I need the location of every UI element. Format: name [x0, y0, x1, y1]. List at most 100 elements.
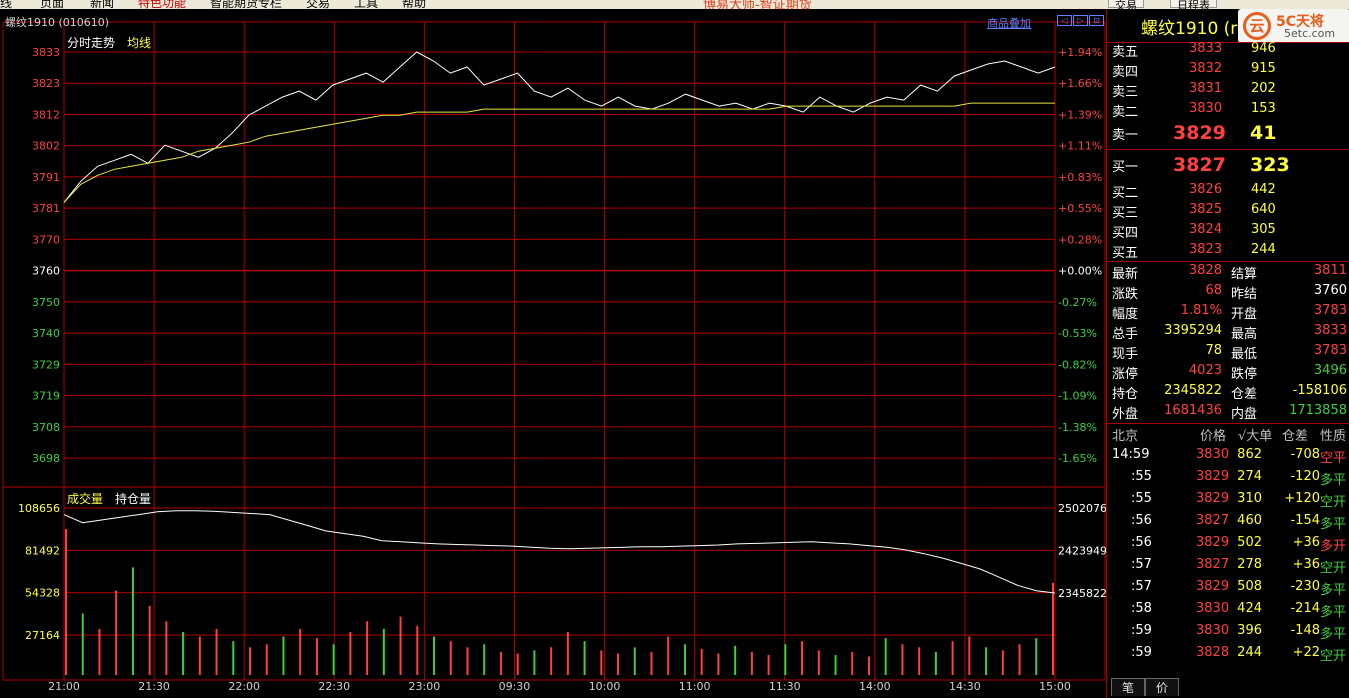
stat-row[interactable]: 幅度 1.81% 开盘 3783 [1107, 301, 1349, 322]
tick-header-nature: 性质 [1320, 429, 1347, 444]
stat-key: 最低 [1231, 347, 1258, 362]
tick-nature: 多开 [1320, 539, 1347, 554]
bid-row[interactable]: 买二 3826 442 [1107, 180, 1349, 201]
ask-row[interactable]: 卖三 3831 202 [1107, 79, 1349, 100]
tick-header-volume: √大单 [1238, 429, 1273, 444]
stat-value: 3783 [1313, 343, 1347, 358]
tick-nature: 空开 [1320, 561, 1347, 576]
tab-prices[interactable]: 价 [1145, 678, 1180, 696]
tick-row[interactable]: :59 3828 244 +22 空开 [1107, 643, 1349, 664]
tick-price: 3827 [1196, 557, 1230, 572]
stat-row[interactable]: 总手 3395294 最高 3833 [1107, 321, 1349, 342]
tick-volume: 502 [1237, 535, 1262, 550]
stat-value: 3811 [1313, 263, 1347, 278]
trade-button[interactable]: 交易 [1108, 0, 1144, 9]
tick-header-time: 北京 [1112, 429, 1139, 444]
pct-tick-label: +1.39% [1058, 108, 1102, 121]
bid-row[interactable]: 买五 3823 244 [1107, 240, 1349, 261]
menu-item-1[interactable]: 页面 [40, 0, 64, 9]
tick-row[interactable]: :58 3830 424 -214 多平 [1107, 599, 1349, 620]
menu-item-6[interactable]: 工具 [354, 0, 378, 9]
bid-price: 3826 [1189, 182, 1223, 197]
price-tick-label: 3802 [32, 140, 60, 153]
ask1-price: 3829 [1173, 122, 1226, 144]
menu-item-7[interactable]: 帮助 [402, 0, 426, 9]
ask-volume: 915 [1251, 61, 1276, 76]
chart-canvas[interactable]: 3833 +1.94% 3823 +1.66% 3812 +1.39% 3802 +1.11%… [0, 9, 1106, 698]
tab-trades[interactable]: 笔 [1111, 678, 1146, 696]
tick-header[interactable]: 北京 价格 √大单 仓差 性质 [1107, 423, 1349, 444]
ask-label: 卖三 [1112, 85, 1139, 100]
ask-row[interactable]: 卖四 3832 915 [1107, 59, 1349, 80]
next-arrow-icon[interactable]: ▷ [1073, 15, 1088, 26]
menu-item-4[interactable]: 智能期货专栏 [210, 0, 282, 9]
tick-row[interactable]: :55 3829 310 +120 空开 [1107, 489, 1349, 510]
bid1-price: 3827 [1173, 154, 1226, 176]
legend-oi: 持仓量 [115, 492, 152, 506]
oi-tick-label: 2423949 [1058, 545, 1106, 558]
stat-row[interactable]: 涨停 4023 跌停 3496 [1107, 361, 1349, 382]
ask-price: 3833 [1189, 41, 1223, 56]
app-brand: 博易大师-智证期货 [703, 0, 812, 9]
tick-header-price: 价格 [1200, 429, 1227, 444]
ask-row[interactable]: 卖五 3833 946 [1107, 39, 1349, 60]
volume-tick-label: 54328 [25, 587, 60, 600]
bid-volume: 305 [1251, 222, 1276, 237]
tick-time: :56 [1131, 535, 1152, 550]
intraday-chart[interactable]: 3833 +1.94% 3823 +1.66% 3812 +1.39% 3802 +1.11%… [0, 9, 1106, 698]
stat-value: 1681436 [1164, 403, 1222, 418]
tick-row[interactable]: :56 3827 460 -154 多平 [1107, 511, 1349, 532]
menu-item-2[interactable]: 新闻 [90, 0, 114, 9]
tick-row[interactable]: :59 3830 396 -148 多平 [1107, 621, 1349, 642]
tick-header-oi: 仓差 [1282, 429, 1309, 444]
tick-volume: 310 [1237, 491, 1262, 506]
chart-nav: ◁ ▷ ⊡ [1057, 15, 1104, 26]
tick-oi: -230 [1290, 579, 1320, 594]
menu-item-5[interactable]: 交易 [306, 0, 330, 9]
menu-item-3[interactable]: 特色功能 [138, 0, 186, 9]
stat-row[interactable]: 持仓 2345822 仓差 -158106 [1107, 381, 1349, 402]
price-tick-label: 3708 [32, 421, 60, 434]
stat-key: 持仓 [1112, 387, 1139, 402]
stat-value: 3833 [1313, 323, 1347, 338]
window-icon[interactable]: ⊡ [1089, 15, 1104, 26]
tick-row[interactable]: :57 3829 508 -230 多平 [1107, 577, 1349, 598]
bid-row[interactable]: 买四 3824 305 [1107, 220, 1349, 241]
legend-avg: 均线 [127, 36, 152, 50]
bid-volume: 442 [1251, 182, 1276, 197]
stat-row[interactable]: 最新 3828 结算 3811 [1107, 261, 1349, 282]
tick-row[interactable]: :57 3827 278 +36 空开 [1107, 555, 1349, 576]
calendar-button[interactable]: 日程表 [1170, 0, 1217, 9]
ask1-row[interactable]: 卖一 3829 41 [1107, 122, 1349, 144]
time-tick-label: 15:00 [1039, 680, 1071, 693]
time-tick-label: 21:00 [48, 680, 80, 693]
tick-row[interactable]: :56 3829 502 +36 多开 [1107, 533, 1349, 554]
tick-volume: 862 [1237, 447, 1262, 462]
prev-arrow-icon[interactable]: ◁ [1057, 15, 1072, 26]
bid-row[interactable]: 买三 3825 640 [1107, 200, 1349, 221]
tick-row[interactable]: :55 3829 274 -120 多平 [1107, 467, 1349, 488]
stat-row[interactable]: 外盘 1681436 内盘 1713858 [1107, 401, 1349, 422]
stat-row[interactable]: 现手 78 最低 3783 [1107, 341, 1349, 362]
stat-key: 现手 [1112, 347, 1139, 362]
tick-time: :55 [1131, 491, 1152, 506]
stat-key: 开盘 [1231, 307, 1258, 322]
tick-time: :59 [1131, 623, 1152, 638]
tick-row[interactable]: 14:59 3830 862 -708 空平 [1107, 445, 1349, 466]
stat-key: 涨跌 [1112, 287, 1139, 302]
tick-nature: 多平 [1320, 605, 1347, 620]
stat-row[interactable]: 涨跌 68 昨结 3760 [1107, 281, 1349, 302]
ask-row[interactable]: 卖二 3830 153 [1107, 99, 1349, 120]
overlay-commodity-button[interactable]: 商品叠加 [987, 15, 1031, 31]
stat-key: 昨结 [1231, 287, 1258, 302]
pct-tick-label: -1.38% [1058, 421, 1097, 434]
bid1-row[interactable]: 买一 3827 323 [1107, 154, 1349, 176]
legend-price: 分时走势 [67, 36, 116, 50]
legend-volume: 成交量 [67, 492, 104, 506]
ask-price: 3830 [1189, 101, 1223, 116]
tick-price: 3828 [1196, 645, 1230, 660]
tick-volume: 460 [1237, 513, 1262, 528]
menu-item-0[interactable]: 线 [0, 0, 12, 9]
price-line [63, 51, 1056, 203]
pct-tick-label: +1.66% [1058, 77, 1102, 90]
